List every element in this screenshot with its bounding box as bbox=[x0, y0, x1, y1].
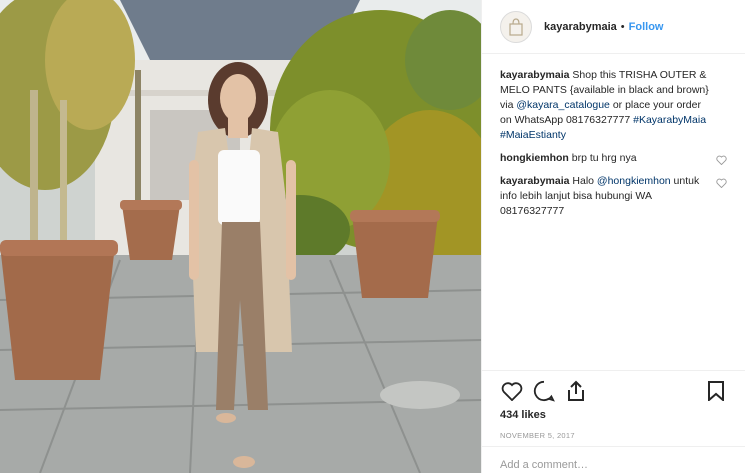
caption-hashtag-2[interactable]: #MaiaEstianty bbox=[500, 129, 566, 141]
comment-mention[interactable]: @hongkiemhon bbox=[597, 175, 671, 187]
caption: kayarabymaia Shop this TRISHA OUTER & ME… bbox=[500, 68, 727, 143]
caption-author[interactable]: kayarabymaia bbox=[500, 69, 569, 81]
comment-text: brp tu hrg nya bbox=[568, 152, 637, 164]
comment-item: kayarabymaia Halo @hongkiemhon untuk inf… bbox=[500, 174, 727, 219]
post-photo[interactable] bbox=[0, 0, 481, 473]
bookmark-icon bbox=[708, 381, 724, 401]
heart-icon bbox=[501, 382, 523, 401]
small-heart-icon[interactable] bbox=[716, 178, 727, 188]
share-button[interactable] bbox=[564, 379, 588, 403]
comment-item: hongkiemhon brp tu hrg nya bbox=[500, 151, 727, 166]
small-heart-icon[interactable] bbox=[716, 155, 727, 165]
like-button[interactable] bbox=[500, 379, 524, 403]
add-comment-section bbox=[482, 446, 745, 473]
comment-icon bbox=[533, 380, 555, 402]
post-date[interactable]: November 5, 2017 bbox=[500, 431, 728, 440]
caption-hashtag-1[interactable]: #KayarabyMaia bbox=[633, 114, 706, 126]
comment-button[interactable] bbox=[532, 379, 556, 403]
post-details-panel: kayarabymaia • Follow kayarabymaia Shop … bbox=[481, 0, 745, 473]
caption-mention[interactable]: @kayara_catalogue bbox=[516, 99, 610, 111]
profile-avatar[interactable] bbox=[500, 10, 532, 43]
post-header: kayarabymaia • Follow bbox=[482, 0, 745, 54]
save-button[interactable] bbox=[704, 379, 728, 403]
bag-logo-icon bbox=[509, 17, 523, 36]
likes-count[interactable]: 434 likes bbox=[500, 409, 728, 421]
share-icon bbox=[568, 380, 584, 401]
comment-author[interactable]: hongkiemhon bbox=[500, 152, 569, 164]
add-comment-input[interactable] bbox=[500, 459, 728, 471]
profile-username[interactable]: kayarabymaia bbox=[544, 21, 617, 33]
comments-list: kayarabymaia Shop this TRISHA OUTER & ME… bbox=[482, 54, 745, 366]
comment-text-pre: Halo bbox=[569, 175, 597, 187]
action-icons bbox=[500, 371, 728, 407]
comment-author[interactable]: kayarabymaia bbox=[500, 175, 569, 187]
photo-illustration bbox=[0, 0, 481, 473]
follow-button[interactable]: Follow bbox=[629, 21, 664, 33]
post-actions: 434 likes November 5, 2017 bbox=[482, 370, 745, 440]
separator-dot: • bbox=[620, 20, 625, 33]
